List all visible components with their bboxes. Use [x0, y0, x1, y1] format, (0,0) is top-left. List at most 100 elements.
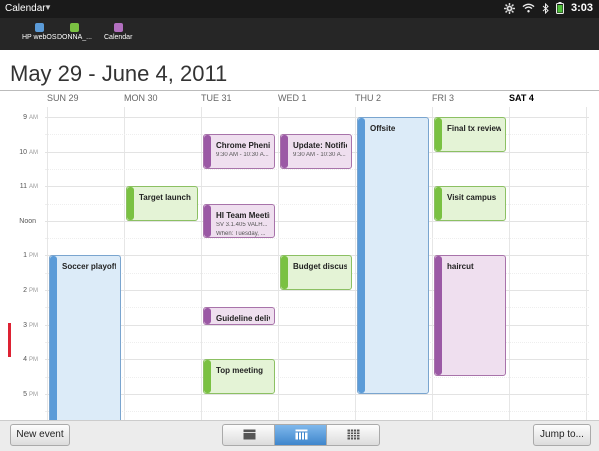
hour-number: 1 — [23, 252, 27, 260]
day-column-divider — [432, 107, 433, 420]
bluetooth-icon[interactable] — [542, 2, 549, 14]
calendar-label: HP webOS — [22, 34, 57, 41]
calendar-event[interactable]: Target launch — [126, 186, 198, 221]
day-header[interactable]: WED 1 — [278, 93, 307, 103]
calendar-event[interactable]: haircut — [434, 255, 506, 377]
hour-meridiem: PM — [29, 322, 38, 329]
status-bar: Calendar ▼ 3:03 — [0, 0, 599, 18]
day-headers: SUN 29 MON 30 TUE 31 WED 1 THU 2 FRI 3 SAT 4 — [0, 91, 599, 107]
hour-label: 11 AM — [0, 183, 38, 190]
week-view-button[interactable] — [274, 424, 328, 446]
day-header[interactable]: THU 2 — [355, 93, 381, 103]
calendar-event[interactable]: Chrome Phenify...9:30 AM - 10:30 A... — [203, 134, 275, 169]
calendar-event[interactable]: Update: Notific...9:30 AM - 10:30 A... — [280, 134, 352, 169]
hour-number: 9 — [23, 114, 27, 121]
hour-meridiem: AM — [29, 149, 38, 156]
event-title: Target launch — [139, 193, 191, 203]
event-title: Chrome Phenify... — [216, 141, 270, 151]
hour-meridiem: PM — [29, 391, 38, 398]
day-view-button[interactable] — [222, 424, 276, 446]
hour-label: 10 AM — [0, 149, 38, 156]
day-header[interactable]: FRI 3 — [432, 93, 454, 103]
event-detail: When: Tuesday, ... — [216, 230, 266, 237]
event-title: Offsite — [370, 124, 396, 133]
hour-number: 11 — [19, 183, 27, 191]
hour-number: 3 — [23, 321, 27, 329]
event-title: Soccer playoffs — [62, 262, 116, 272]
hour-number: Noon — [19, 217, 36, 225]
hour-number: 10 — [19, 148, 27, 156]
event-title: Top meeting — [216, 366, 263, 376]
clock: 3:03 — [570, 2, 593, 14]
event-color-bar — [435, 256, 442, 376]
day-header[interactable]: SUN 29 — [47, 93, 79, 103]
calendar-list-bar: HP webOS DONNA_... Calendar — [0, 18, 599, 50]
day-column-divider — [201, 107, 202, 420]
day-column-divider — [509, 107, 510, 420]
event-color-bar — [204, 135, 211, 168]
day-header[interactable]: TUE 31 — [201, 93, 232, 103]
event-color-bar — [281, 135, 288, 168]
month-view-button[interactable] — [326, 424, 380, 446]
event-title: Guideline deliv... — [216, 314, 270, 324]
day-header[interactable]: MON 30 — [124, 93, 158, 103]
event-title: HI Team Meeting — [216, 210, 270, 220]
month-view-icon — [347, 429, 359, 440]
calendar-event[interactable]: Budget discuss... — [280, 255, 352, 290]
calendar-event[interactable]: Soccer playoffs — [49, 255, 121, 420]
event-color-bar — [358, 118, 365, 393]
calendar-event[interactable]: Offsite — [357, 117, 429, 394]
event-detail: SV 3.1.405 VALH... — [216, 221, 268, 228]
hour-gridline — [45, 117, 589, 118]
hour-number: 2 — [23, 287, 27, 294]
hour-meridiem: AM — [29, 184, 38, 191]
app-menu-caret-icon[interactable]: ▼ — [44, 3, 52, 12]
hour-label: 5 PM — [0, 391, 38, 398]
hour-label: 2 PM — [0, 287, 38, 294]
date-range-title: May 29 - June 4, 2011 — [10, 61, 228, 86]
half-hour-gridline — [45, 341, 589, 343]
calendar-source-0[interactable]: HP webOS — [22, 23, 57, 41]
event-color-bar — [204, 308, 211, 324]
battery-icon[interactable] — [555, 2, 564, 14]
day-column-divider — [124, 107, 125, 420]
calendar-color-swatch — [34, 23, 44, 32]
week-grid[interactable]: 9 AM 10 AM 11 AM Noon 1 PM 2 PM 3 PM 4 PM 5 PM Chrome Phe… — [0, 107, 599, 420]
hour-gridline — [45, 324, 589, 326]
hour-meridiem: PM — [29, 288, 38, 294]
event-title: haircut — [447, 262, 474, 272]
calendar-color-swatch — [113, 23, 123, 32]
event-color-bar — [204, 360, 211, 393]
event-color-bar — [127, 187, 134, 220]
event-color-bar — [281, 256, 288, 289]
event-detail: 9:30 AM - 10:30 A... — [293, 152, 346, 159]
hour-number: 5 — [23, 390, 27, 398]
calendar-event[interactable]: Final tx review — [434, 117, 506, 152]
calendar-event[interactable]: Guideline deliv... — [203, 307, 275, 325]
calendar-source-1[interactable]: DONNA_... — [57, 23, 92, 41]
event-color-bar — [435, 187, 442, 220]
hour-label: Noon — [0, 218, 38, 225]
hour-gridline — [45, 290, 589, 291]
day-view-icon — [243, 429, 255, 440]
calendar-event[interactable]: Visit campus — [434, 186, 506, 221]
event-title: Visit campus — [447, 193, 497, 203]
hour-label: 3 PM — [0, 322, 38, 329]
calendar-event[interactable]: HI Team MeetingSV 3.1.405 VALH... When: T… — [203, 203, 275, 239]
wifi-icon[interactable] — [522, 3, 535, 13]
hour-number: 4 — [23, 356, 27, 364]
hour-label: 9 AM — [0, 114, 38, 121]
settings-icon[interactable] — [503, 2, 515, 14]
day-header[interactable]: SAT 4 — [509, 93, 534, 103]
event-title: Budget discuss... — [293, 262, 347, 272]
calendar-source-2[interactable]: Calendar — [104, 23, 132, 41]
hour-label: 4 PM — [0, 356, 38, 363]
week-header: May 29 - June 4, 2011 — [0, 50, 599, 91]
new-event-button[interactable]: New event — [10, 424, 70, 446]
jump-to-button[interactable]: Jump to... — [533, 424, 591, 446]
calendar-event[interactable]: Top meeting — [203, 359, 275, 394]
half-hour-gridline — [45, 411, 589, 413]
event-color-bar — [204, 204, 211, 238]
app-title[interactable]: Calendar — [5, 3, 46, 14]
day-column-divider — [586, 107, 587, 420]
